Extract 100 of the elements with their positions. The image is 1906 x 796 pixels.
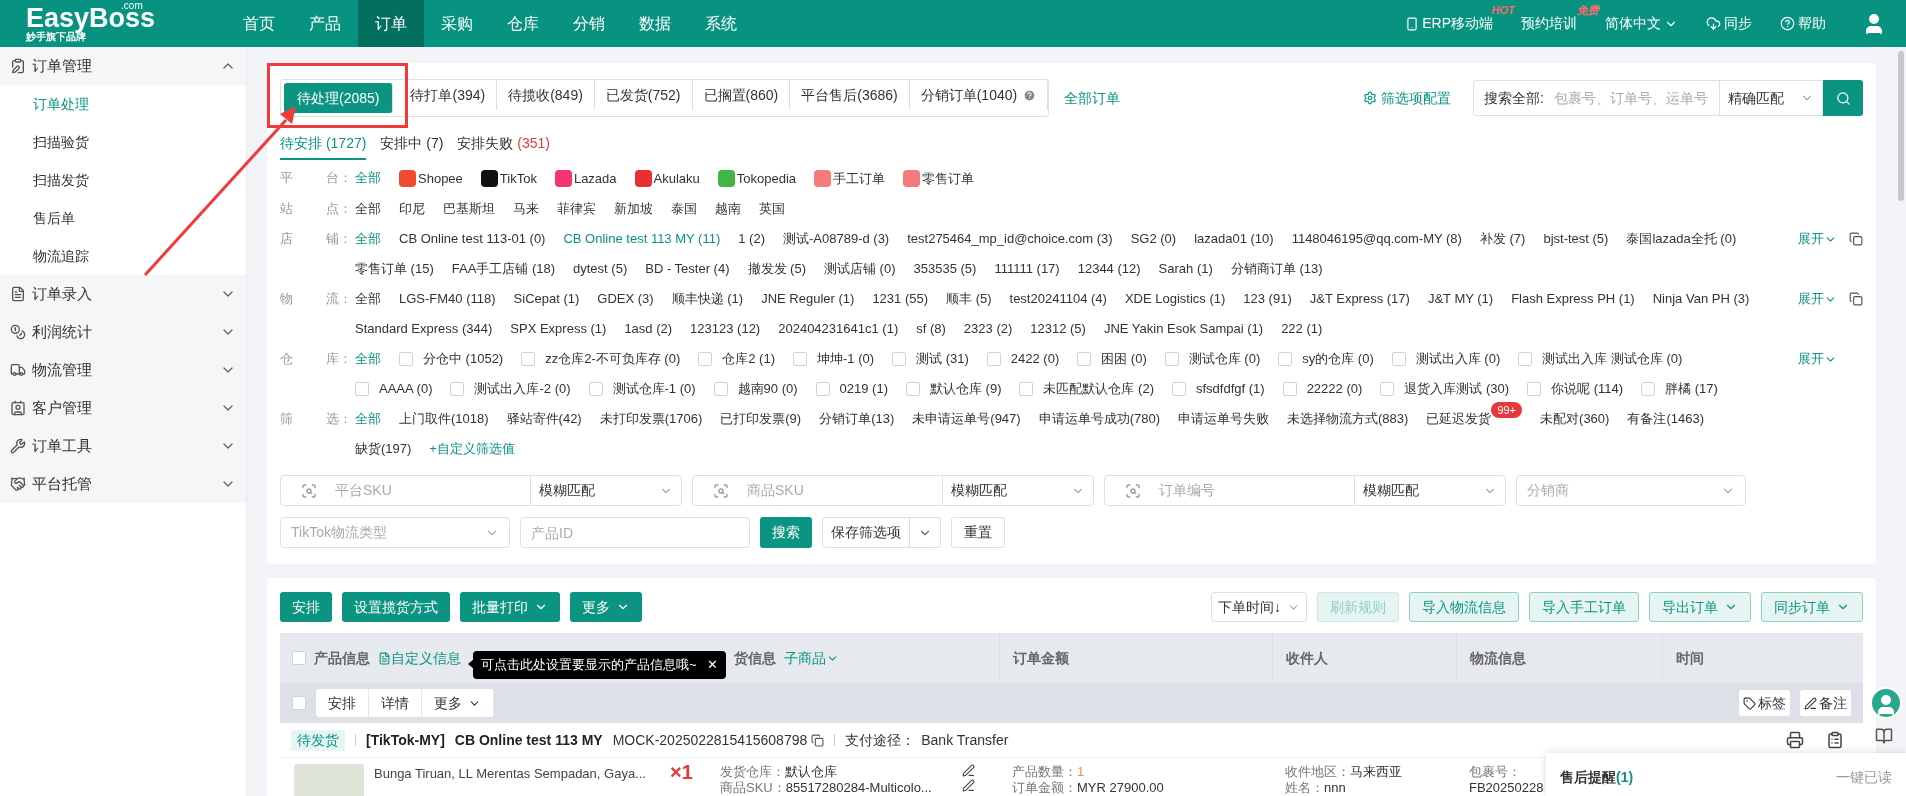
- filter-option[interactable]: 1231 (55): [872, 291, 929, 307]
- nav-tab[interactable]: 数据: [622, 0, 688, 47]
- batch-button[interactable]: 标签: [1739, 690, 1790, 716]
- copy-icon[interactable]: [811, 733, 825, 747]
- header-link[interactable]: 简体中文: [1605, 13, 1661, 34]
- platform-filter[interactable]: Shopee: [399, 170, 463, 187]
- filter-option[interactable]: Flash Express PH (1): [1511, 291, 1635, 307]
- filter-option[interactable]: Sarah (1): [1158, 261, 1213, 277]
- custom-filter-link[interactable]: +自定义筛选值: [429, 441, 515, 457]
- checkbox[interactable]: [1172, 382, 1186, 396]
- filter-option[interactable]: 111111 (17): [994, 261, 1060, 277]
- filter-option[interactable]: 全部: [355, 291, 381, 307]
- filter-option[interactable]: J&T Express (17): [1309, 291, 1410, 307]
- filter-option[interactable]: 测试店铺 (0): [824, 261, 896, 277]
- expand-link[interactable]: 展开: [1798, 351, 1824, 367]
- sub-tab[interactable]: 安排失败 (351): [457, 133, 550, 160]
- checkbox[interactable]: [292, 651, 306, 665]
- filter-option[interactable]: SG2 (0): [1130, 231, 1177, 247]
- printer-icon[interactable]: [1786, 731, 1804, 749]
- sidebar-group[interactable]: 平台托管: [0, 465, 246, 503]
- filter-option[interactable]: JNE Reguler (1): [761, 291, 855, 307]
- nav-tab[interactable]: 首页: [226, 0, 292, 47]
- filter-option[interactable]: J&T MY (1): [1427, 291, 1494, 307]
- filter-option[interactable]: 上门取件(1018): [399, 411, 489, 427]
- filter-option[interactable]: 已延迟发货: [1426, 411, 1492, 427]
- filter-option[interactable]: 1asd (2): [624, 321, 673, 337]
- clipboard-icon[interactable]: [1826, 731, 1844, 749]
- filter-option[interactable]: 12344 (12): [1077, 261, 1141, 277]
- checkbox[interactable]: [1380, 382, 1395, 396]
- filter-option[interactable]: 1148046195@qq.com-MY (8): [1291, 231, 1462, 247]
- sidebar-group[interactable]: 订单管理: [0, 47, 246, 85]
- platform-filter[interactable]: Lazada: [554, 170, 617, 187]
- checkbox[interactable]: [1019, 382, 1034, 396]
- sku-search-field[interactable]: 订单编号 模糊匹配: [1104, 475, 1506, 506]
- batch-button[interactable]: 安排: [316, 689, 369, 717]
- filter-option[interactable]: 123 (91): [1243, 291, 1292, 307]
- filter-option[interactable]: 顺丰 (5): [946, 291, 992, 307]
- filter-option[interactable]: 全部: [355, 231, 381, 247]
- status-tab[interactable]: 待处理(2085): [284, 83, 394, 113]
- checkbox[interactable]: [1077, 352, 1092, 366]
- sidebar-item[interactable]: 扫描验货: [0, 123, 246, 161]
- edit-icon[interactable]: [962, 764, 975, 777]
- filter-option[interactable]: 全部: [355, 351, 381, 367]
- filter-option[interactable]: 未打印发票(1706): [599, 411, 703, 427]
- checkbox[interactable]: [355, 382, 369, 396]
- filter-option[interactable]: 123123 (12): [690, 321, 761, 337]
- checkbox[interactable]: [986, 352, 1001, 366]
- checkbox[interactable]: [1391, 352, 1406, 366]
- checkbox[interactable]: [892, 352, 907, 366]
- action-button[interactable]: 更多: [570, 592, 642, 622]
- filter-option[interactable]: FAA手工店铺 (18): [451, 261, 556, 277]
- filter-option[interactable]: CB Online test 113 MY (11): [563, 231, 721, 247]
- filter-option[interactable]: 越南: [715, 201, 741, 217]
- all-orders-link[interactable]: 全部订单: [1064, 87, 1121, 109]
- filter-option[interactable]: JNE Yakin Esok Sampai (1): [1103, 321, 1264, 337]
- status-tab[interactable]: 待打单(394): [399, 80, 498, 110]
- filter-option[interactable]: 已打印发票(9): [720, 411, 802, 427]
- filter-option[interactable]: 泰国lazada全托 (0): [1626, 231, 1737, 247]
- status-tab[interactable]: 已发货(752): [594, 80, 693, 110]
- filter-option[interactable]: 申请运单号失败: [1178, 411, 1269, 427]
- filter-option[interactable]: 分销商订单 (13): [1230, 261, 1323, 277]
- header-link[interactable]: ERP移动端: [1422, 13, 1493, 34]
- filter-option[interactable]: 未申请运单号(947): [912, 411, 1021, 427]
- help-doc-icon[interactable]: [1875, 727, 1893, 745]
- global-search-field[interactable]: 搜索全部: 包裹号、订单号、运单号 精确匹配: [1473, 80, 1823, 116]
- filter-option[interactable]: BD - Tester (4): [645, 261, 730, 277]
- sidebar-group[interactable]: 订单录入: [0, 275, 246, 313]
- filter-option[interactable]: 全部: [355, 411, 381, 427]
- sub-tab[interactable]: 安排中 (7): [380, 133, 444, 160]
- filter-option[interactable]: 分销订单(13): [819, 411, 895, 427]
- sort-select[interactable]: 下单时间↓: [1211, 592, 1307, 622]
- checkbox[interactable]: [450, 382, 465, 396]
- filter-option[interactable]: 泰国: [671, 201, 697, 217]
- status-tab[interactable]: 平台售后(3686): [790, 80, 910, 110]
- filter-option[interactable]: lazada01 (10): [1194, 231, 1274, 247]
- filter-option[interactable]: 未选择物流方式(883): [1287, 411, 1409, 427]
- sidebar-group[interactable]: 客户管理: [0, 389, 246, 427]
- filter-option[interactable]: 零售订单 (15): [355, 261, 434, 277]
- filter-option[interactable]: 撤发发 (5): [747, 261, 806, 277]
- filter-option[interactable]: 驿站寄件(42): [506, 411, 582, 427]
- platform-filter[interactable]: Akulaku: [634, 170, 700, 187]
- checkbox[interactable]: [713, 382, 728, 396]
- header-link[interactable]: 帮助: [1798, 13, 1826, 34]
- filter-option[interactable]: 测试-A08789-d (3): [783, 231, 890, 247]
- sub-tab[interactable]: 待安排 (1727): [280, 133, 367, 160]
- copy-icon[interactable]: [1849, 232, 1863, 246]
- status-tab[interactable]: 已搁置(860): [692, 80, 791, 110]
- sidebar-item[interactable]: 售后单: [0, 199, 246, 237]
- filter-config-link[interactable]: 筛选项配置: [1381, 87, 1451, 109]
- nav-tab[interactable]: 采购: [424, 0, 490, 47]
- header-link[interactable]: 同步: [1724, 13, 1752, 34]
- action-button[interactable]: 批量打印: [460, 592, 560, 622]
- sidebar-group[interactable]: 订单工具: [0, 427, 246, 465]
- batch-button[interactable]: 详情: [369, 689, 422, 717]
- nav-tab[interactable]: 分销: [556, 0, 622, 47]
- copy-icon[interactable]: [1849, 292, 1863, 306]
- nav-tab[interactable]: 订单: [358, 0, 424, 47]
- filter-option[interactable]: 新加坡: [614, 201, 653, 217]
- filter-option[interactable]: 缺货(197): [355, 441, 412, 457]
- platform-filter[interactable]: 零售订单: [903, 170, 975, 187]
